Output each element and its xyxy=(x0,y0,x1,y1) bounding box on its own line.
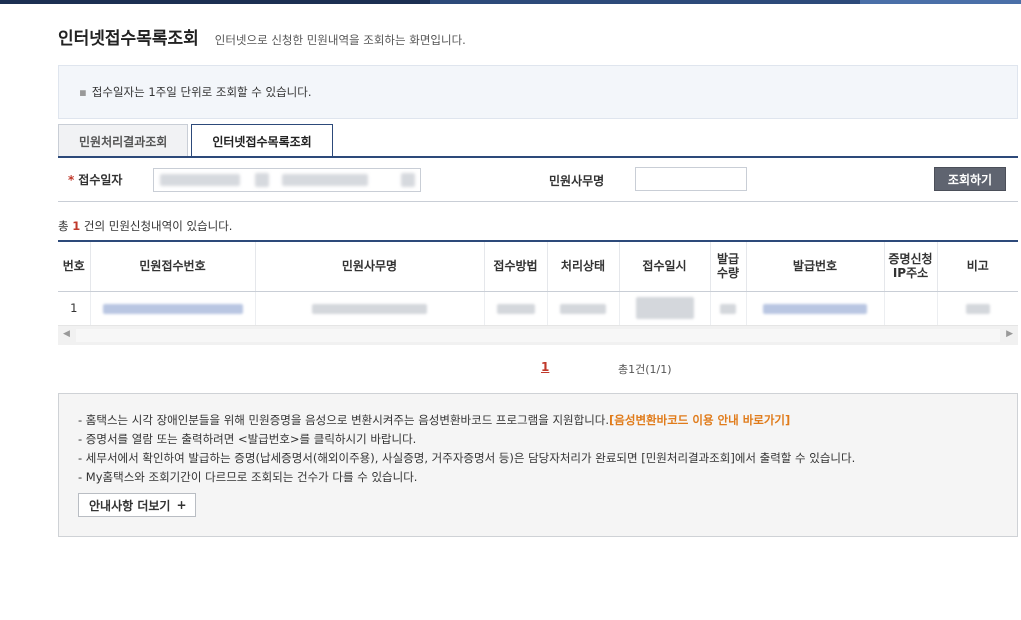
table-row: 1 xyxy=(58,291,1018,326)
voice-barcode-link[interactable]: [음성변환바코드 이용 안내 바로가기] xyxy=(609,413,790,427)
notice-text: 접수일자는 1주일 단위로 조회할 수 있습니다. xyxy=(91,85,312,99)
plus-icon: + xyxy=(176,498,187,512)
page-title: 인터넷접수목록조회 xyxy=(58,29,199,49)
col-header-office-name: 민원사무명 xyxy=(255,240,485,292)
top-nav-segment xyxy=(0,0,430,4)
col-header-issue-no: 발급번호 xyxy=(746,240,885,292)
cell-ip xyxy=(884,291,938,326)
result-count-text: 총 1 건의 민원신청내역이 있습니다. xyxy=(58,218,232,234)
col-header-quantity: 발급 수량 xyxy=(710,240,747,292)
date-label: 접수일자 xyxy=(78,173,123,187)
count-prefix: 총 xyxy=(58,219,69,233)
page-description: 인터넷으로 신청한 민원내역을 조회하는 화면입니다. xyxy=(214,33,466,47)
cell-remark xyxy=(937,291,1018,326)
scroll-right-icon[interactable]: ▶ xyxy=(1006,329,1013,339)
cell-status xyxy=(547,291,620,326)
result-table-wrap: 번호 민원접수번호 민원사무명 접수방법 처리상태 접수일시 발급 수량 발급번… xyxy=(58,240,1018,326)
notice-box: ▪ 접수일자는 1주일 단위로 조회할 수 있습니다. xyxy=(58,65,1018,119)
tab-result-inquiry[interactable]: 민원처리결과조회 xyxy=(58,124,189,157)
info-line: - 홈택스는 시각 장애인분들을 위해 민원증명을 음성으로 변환시켜주는 음성… xyxy=(78,411,998,430)
pagination-total: 총1건(1/1) xyxy=(618,363,672,376)
horizontal-scrollbar[interactable]: ◀ ▶ xyxy=(58,325,1018,345)
cell-method xyxy=(484,291,548,326)
info-line: - 증명서를 열람 또는 출력하려면 <발급번호>를 클릭하시기 바랍니다. xyxy=(78,432,417,446)
scrollbar-thumb[interactable] xyxy=(76,329,1000,342)
cell-no: 1 xyxy=(58,291,91,326)
cell-datetime xyxy=(619,291,711,326)
cell-quantity xyxy=(710,291,747,326)
search-bar: * 접수일자 민원사무명 조회하기 xyxy=(58,158,1018,202)
required-mark: * xyxy=(68,172,75,187)
page-link-current[interactable]: 1 xyxy=(541,360,549,374)
search-button[interactable]: 조회하기 xyxy=(934,167,1006,191)
cell-office-name xyxy=(255,291,485,326)
info-box: - 홈택스는 시각 장애인분들을 위해 민원증명을 음성으로 변환시켜주는 음성… xyxy=(58,393,1018,537)
col-header-remark: 비고 xyxy=(937,240,1018,292)
cell-issue-no[interactable] xyxy=(746,291,885,326)
top-nav-bar xyxy=(0,0,1021,4)
office-name-input[interactable] xyxy=(635,167,747,191)
tab-internet-list[interactable]: 인터넷접수목록조회 xyxy=(191,124,333,157)
count-suffix: 건의 민원신청내역이 있습니다. xyxy=(83,219,233,233)
tab-bar: 민원처리결과조회 인터넷접수목록조회 xyxy=(58,124,336,157)
more-info-button[interactable]: 안내사항 더보기 + xyxy=(78,493,196,517)
result-table: 번호 민원접수번호 민원사무명 접수방법 처리상태 접수일시 발급 수량 발급번… xyxy=(58,240,1018,326)
bullet-icon: ▪ xyxy=(79,85,87,99)
col-header-datetime: 접수일시 xyxy=(619,240,711,292)
more-info-label: 안내사항 더보기 xyxy=(89,498,171,513)
info-line: - 세무서에서 확인하여 발급하는 증명(납세증명서(해외이주용), 사실증명,… xyxy=(78,451,856,465)
result-count: 1 xyxy=(72,219,81,233)
col-header-method: 접수방법 xyxy=(484,240,548,292)
info-line-text: - 홈택스는 시각 장애인분들을 위해 민원증명을 음성으로 변환시켜주는 음성… xyxy=(78,413,610,427)
col-header-receipt-no: 민원접수번호 xyxy=(90,240,256,292)
cell-receipt-no[interactable] xyxy=(90,291,256,326)
col-header-ip: 증명신청 IP주소 xyxy=(884,240,938,292)
office-label: 민원사무명 xyxy=(549,174,605,188)
col-header-status: 처리상태 xyxy=(547,240,620,292)
col-header-no: 번호 xyxy=(58,240,91,292)
scroll-left-icon[interactable]: ◀ xyxy=(63,329,70,339)
title-row: 인터넷접수목록조회 인터넷으로 신청한 민원내역을 조회하는 화면입니다. xyxy=(58,24,466,49)
date-range-input[interactable] xyxy=(153,168,421,192)
info-line: - My홈택스와 조회기간이 다르므로 조회되는 건수가 다를 수 있습니다. xyxy=(78,470,418,484)
top-nav-segment xyxy=(860,0,1021,4)
